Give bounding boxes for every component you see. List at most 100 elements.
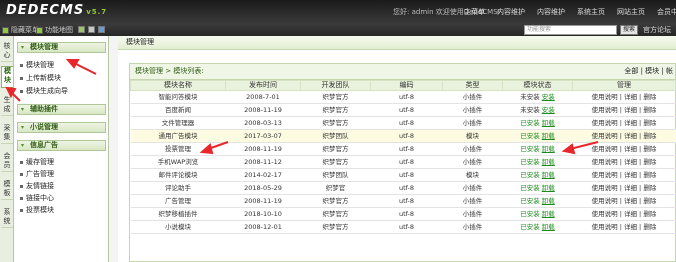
menu-item-friend-links[interactable]: 友情链接: [20, 181, 54, 191]
cell-team: 织梦官方: [300, 207, 371, 221]
menu-group-plugins[interactable]: ▾ 辅助插件: [17, 104, 106, 115]
tab-collect[interactable]: 采集: [1, 124, 13, 144]
cell-manage-links[interactable]: 使用说明 | 详细 | 删除: [572, 155, 676, 169]
cell-date: 2008-03-13: [225, 116, 301, 130]
tab-member[interactable]: 会员: [1, 152, 13, 172]
type-filter[interactable]: 全部 | 模块 | 帐: [624, 64, 673, 79]
hide-menu-link[interactable]: 隐藏菜单: [2, 25, 39, 35]
cell-type: 模块: [442, 129, 503, 143]
uninstall-link[interactable]: 卸载: [542, 197, 555, 205]
cell-manage-links[interactable]: 使用说明 | 详细 | 删除: [572, 116, 676, 130]
search-button[interactable]: 搜索: [620, 25, 638, 35]
cell-manage-links[interactable]: 使用说明 | 详细 | 删除: [572, 168, 676, 182]
col-header-team: 开发团队: [300, 80, 371, 91]
cell-date: 2008-7-01: [225, 90, 301, 104]
chevron-down-icon: ▾: [21, 106, 25, 113]
cell-team: 织梦官方: [300, 194, 371, 208]
cell-type: 小插件: [442, 103, 503, 117]
menu-item-ad-manage[interactable]: 广告管理: [20, 169, 54, 179]
col-header-status: 模块状态: [502, 80, 573, 91]
chevron-down-icon: ▾: [21, 142, 25, 149]
cell-manage-links[interactable]: 使用说明 | 详细 | 删除: [572, 207, 676, 221]
cell-type: 小插件: [442, 142, 503, 156]
tab-system[interactable]: 系统: [1, 208, 13, 228]
search-input[interactable]: 功能搜索: [524, 25, 617, 35]
uninstall-link[interactable]: 卸载: [542, 184, 555, 192]
status-badge: 已安装: [520, 132, 540, 140]
cell-date: 2017-03-07: [225, 129, 301, 143]
install-link[interactable]: 安装: [542, 106, 555, 114]
col-header-type: 类型: [442, 80, 503, 91]
tab-core[interactable]: 核心: [1, 42, 13, 62]
nav-content[interactable]: 内容维护: [497, 7, 525, 17]
menu-item-upload-module[interactable]: 上传新模块: [20, 73, 61, 83]
cell-status: 未安装 安装: [502, 103, 573, 117]
logo[interactable]: DEDECMS v5.7: [6, 3, 107, 18]
menu-group-novel[interactable]: ▾ 小说管理: [17, 122, 106, 133]
menu-item-module-wizard[interactable]: 模块生成向导: [20, 86, 68, 96]
status-badge: 已安装: [520, 210, 540, 218]
cell-name: 智能问答模块: [130, 90, 226, 104]
top-header: DEDECMS v5.7 您好: admin 欢迎使用DedeCMS! 主菜单 内…: [0, 0, 676, 24]
cell-type: 小插件: [442, 207, 503, 221]
left-menu: ▾ 模块管理 模块管理 上传新模块 模块生成向导 ▾ 辅助插件 ▾ 小说管理 ▾ 信息广…: [14, 36, 109, 262]
cell-team: 织梦官方: [300, 116, 371, 130]
uninstall-link[interactable]: 卸载: [542, 171, 555, 179]
skin-green-icon[interactable]: [78, 26, 85, 33]
breadcrumb: 模块管理 > 模块列表: 全部 | 模块 | 帐: [130, 64, 675, 80]
tab-generate[interactable]: 生成: [1, 96, 13, 116]
menu-group-module[interactable]: ▾ 模块管理: [17, 42, 106, 53]
nav-content-2[interactable]: 内容维护: [537, 7, 565, 17]
cell-manage-links[interactable]: 使用说明 | 详细 | 删除: [572, 103, 676, 117]
uninstall-link[interactable]: 卸载: [542, 132, 555, 140]
table-row: 广告管理 2008-11-19 织梦官方 utf-8 小插件 已安装 卸载 使用说明 | 详细…: [130, 194, 676, 208]
cell-encoding: utf-8: [370, 155, 443, 169]
cell-manage-links[interactable]: 使用说明 | 详细 | 删除: [572, 220, 676, 234]
cell-type: 小插件: [442, 90, 503, 104]
table-row: 智能问答模块 2008-7-01 织梦官方 utf-8 小插件 未安装 安装 使用说明 | 详…: [130, 90, 676, 104]
col-header-date: 发布时间: [225, 80, 301, 91]
top-nav: 主菜单 内容维护 内容维护 系统主页 网站主页 会员中心: [464, 7, 676, 17]
main-content: 模块管理 模块管理 > 模块列表: 全部 | 模块 | 帐 模块名称 发布时间 …: [118, 36, 676, 262]
cell-encoding: utf-8: [370, 116, 443, 130]
menu-group-ads[interactable]: ▾ 信息广告: [17, 140, 106, 151]
nav-member-center[interactable]: 会员中心: [657, 7, 676, 17]
cell-encoding: utf-8: [370, 103, 443, 117]
skin-grey-icon[interactable]: [88, 26, 95, 33]
nav-site-home[interactable]: 网站主页: [617, 7, 645, 17]
uninstall-link[interactable]: 卸载: [542, 158, 555, 166]
official-forum-link[interactable]: 官方论坛: [643, 25, 671, 35]
nav-system-home[interactable]: 系统主页: [577, 7, 605, 17]
skin-blue-icon[interactable]: [98, 26, 105, 33]
tab-template[interactable]: 模板: [1, 180, 13, 200]
menu-item-vote[interactable]: 投票模块: [20, 205, 54, 215]
menu-item-cache[interactable]: 缓存管理: [20, 157, 54, 167]
cell-status: 已安装 卸载: [502, 129, 573, 143]
cell-type: 小插件: [442, 155, 503, 169]
nav-main-menu[interactable]: 主菜单: [464, 7, 485, 17]
cell-encoding: utf-8: [370, 90, 443, 104]
cell-name: 邮件评论模块: [130, 168, 226, 182]
uninstall-link[interactable]: 卸载: [542, 119, 555, 127]
cell-manage-links[interactable]: 使用说明 | 详细 | 删除: [572, 142, 676, 156]
tab-module[interactable]: 模块: [1, 66, 13, 88]
cell-status: 未安装 安装: [502, 90, 573, 104]
cell-manage-links[interactable]: 使用说明 | 详细 | 删除: [572, 90, 676, 104]
install-link[interactable]: 安装: [542, 93, 555, 101]
cell-manage-links[interactable]: 使用说明 | 详细 | 删除: [572, 129, 676, 143]
uninstall-link[interactable]: 卸载: [542, 223, 555, 231]
function-map-link[interactable]: 功能地图: [36, 25, 73, 35]
cell-manage-links[interactable]: 使用说明 | 详细 | 删除: [572, 181, 676, 195]
cell-encoding: utf-8: [370, 168, 443, 182]
uninstall-link[interactable]: 卸载: [542, 145, 555, 153]
menu-item-link-center[interactable]: 链接中心: [20, 193, 54, 203]
status-badge: 未安装: [520, 93, 540, 101]
menu-item-module-manage[interactable]: 模块管理: [20, 60, 54, 70]
cell-name: 文件管理器: [130, 116, 226, 130]
status-badge: 已安装: [520, 197, 540, 205]
status-badge: 未安装: [520, 106, 540, 114]
cell-encoding: utf-8: [370, 207, 443, 221]
cell-manage-links[interactable]: 使用说明 | 详细 | 删除: [572, 194, 676, 208]
uninstall-link[interactable]: 卸载: [542, 210, 555, 218]
cell-team: 织梦官方: [300, 220, 371, 234]
